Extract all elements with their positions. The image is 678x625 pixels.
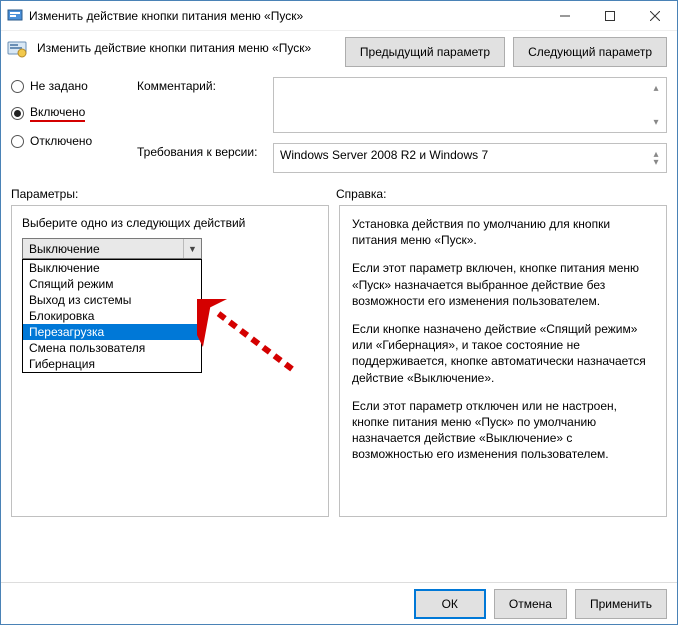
- action-combobox[interactable]: Выключение ▼: [22, 238, 202, 259]
- dropdown-item[interactable]: Выключение: [23, 260, 201, 276]
- radio-label: Включено: [30, 105, 85, 122]
- ok-button[interactable]: ОК: [414, 589, 486, 619]
- supported-textbox: Windows Server 2008 R2 и Windows 7 ▴ ▾: [273, 143, 667, 173]
- close-icon: [650, 11, 660, 21]
- dropdown-item[interactable]: Перезагрузка: [23, 324, 201, 340]
- radio-label: Отключено: [30, 134, 92, 148]
- window-controls: [542, 1, 677, 30]
- maximize-icon: [605, 11, 615, 21]
- app-icon: [7, 8, 23, 24]
- help-label: Справка:: [336, 187, 667, 201]
- help-paragraph: Если кнопке назначено действие «Спящий р…: [352, 321, 654, 386]
- radio-not-configured[interactable]: Не задано: [11, 79, 131, 93]
- radio-label: Не задано: [30, 79, 88, 93]
- apply-button[interactable]: Применить: [575, 589, 667, 619]
- nav-buttons: Предыдущий параметр Следующий параметр: [345, 37, 667, 67]
- radio-disabled[interactable]: Отключено: [11, 134, 131, 148]
- window-title: Изменить действие кнопки питания меню «П…: [29, 9, 542, 23]
- minimize-icon: [560, 11, 570, 21]
- options-prompt: Выберите одно из следующих действий: [22, 216, 318, 230]
- radio-enabled[interactable]: Включено: [11, 105, 131, 122]
- cancel-button[interactable]: Отмена: [494, 589, 567, 619]
- dropdown-item[interactable]: Выход из системы: [23, 292, 201, 308]
- options-label: Параметры:: [11, 187, 336, 201]
- chevron-down-icon: ▼: [183, 239, 201, 258]
- comment-textbox[interactable]: ▴ ▾: [273, 77, 667, 133]
- help-paragraph: Если этот параметр отключен или не настр…: [352, 398, 654, 463]
- dialog-footer: ОК Отмена Применить: [1, 582, 677, 624]
- panels: Выберите одно из следующих действий Выкл…: [1, 205, 677, 517]
- radio-icon: [11, 80, 24, 93]
- help-paragraph: Если этот параметр включен, кнопке питан…: [352, 260, 654, 309]
- previous-setting-button[interactable]: Предыдущий параметр: [345, 37, 505, 67]
- combobox-value: Выключение: [23, 242, 183, 256]
- maximize-button[interactable]: [587, 1, 632, 30]
- minimize-button[interactable]: [542, 1, 587, 30]
- policy-icon: [7, 39, 27, 59]
- section-labels: Параметры: Справка:: [1, 173, 677, 205]
- supported-text: Windows Server 2008 R2 и Windows 7: [280, 148, 488, 162]
- supported-label: Требования к версии:: [137, 143, 267, 173]
- dropdown-item[interactable]: Смена пользователя: [23, 340, 201, 356]
- titlebar: Изменить действие кнопки питания меню «П…: [1, 1, 677, 31]
- scroll-down-icon[interactable]: ▾: [648, 114, 664, 130]
- options-panel: Выберите одно из следующих действий Выкл…: [11, 205, 329, 517]
- settings-grid: Не задано Включено Отключено Комментарий…: [1, 77, 677, 173]
- scroll-down-icon[interactable]: ▾: [648, 154, 664, 170]
- header-title: Изменить действие кнопки питания меню «П…: [37, 37, 335, 55]
- help-paragraph: Установка действия по умолчанию для кноп…: [352, 216, 654, 248]
- dropdown-item[interactable]: Гибернация: [23, 356, 201, 372]
- dropdown-item[interactable]: Спящий режим: [23, 276, 201, 292]
- state-radios: Не задано Включено Отключено: [11, 77, 131, 173]
- header-row: Изменить действие кнопки питания меню «П…: [1, 31, 677, 77]
- dropdown-item[interactable]: Блокировка: [23, 308, 201, 324]
- comment-label: Комментарий:: [137, 77, 267, 133]
- action-dropdown: Выключение Спящий режим Выход из системы…: [22, 259, 202, 373]
- scroll-up-icon[interactable]: ▴: [648, 80, 664, 96]
- radio-icon: [11, 135, 24, 148]
- close-button[interactable]: [632, 1, 677, 30]
- help-panel: Установка действия по умолчанию для кноп…: [339, 205, 667, 517]
- radio-icon: [11, 107, 24, 120]
- next-setting-button[interactable]: Следующий параметр: [513, 37, 667, 67]
